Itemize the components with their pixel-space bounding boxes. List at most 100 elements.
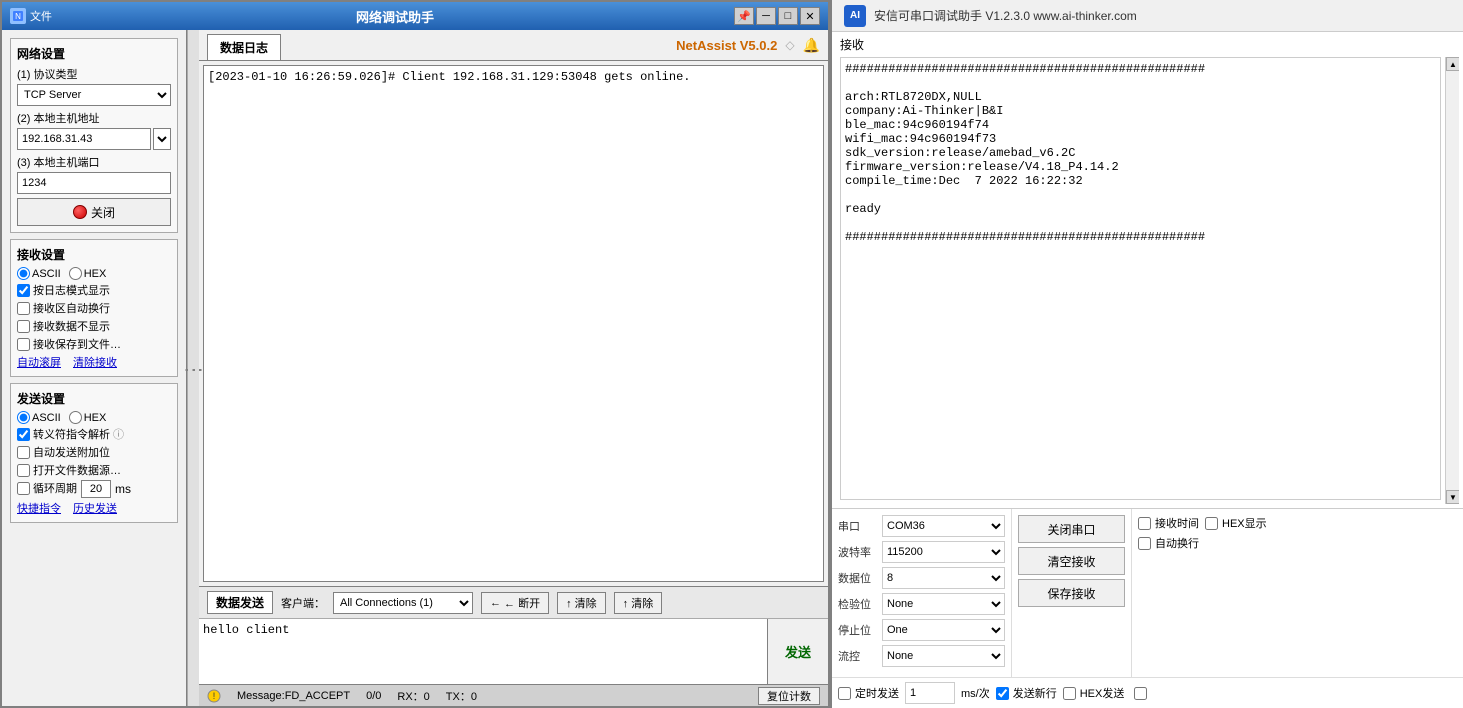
send-newline-label[interactable]: 发送新行 — [996, 685, 1057, 701]
protocol-label: (1) 协议类型 — [17, 66, 171, 82]
send-ascii-label[interactable]: ASCII — [17, 411, 61, 424]
port-input[interactable] — [17, 172, 171, 194]
disconnect-button[interactable]: ← ← 断开 — [481, 592, 549, 614]
timed-send-interval[interactable] — [905, 682, 955, 704]
quick-cmd-link[interactable]: 快捷指令 — [17, 500, 61, 516]
baud-select[interactable]: 115200 — [882, 541, 1005, 563]
escape-parse-label[interactable]: 转义符指令解析 ⓘ — [17, 426, 171, 442]
receive-area-container: ########################################… — [836, 57, 1459, 504]
auto-newline-checkbox-label[interactable]: 接收区自动换行 — [17, 300, 171, 316]
loop-period-row: 循环周期 ms — [17, 480, 171, 498]
serial-bottom: 串口 COM36 波特率 115200 数据位 8 — [832, 508, 1463, 708]
open-file-checkbox[interactable] — [17, 464, 30, 477]
network-debug-window: N 文件 网络调试助手 📌 ─ □ ✕ 网络设置 (1) 协议类型 — [0, 0, 830, 708]
log-entry: [2023-01-10 16:26:59.026]# Client 192.16… — [208, 70, 819, 84]
ascii-radio[interactable] — [17, 267, 30, 280]
log-mode-checkbox-label[interactable]: 按日志模式显示 — [17, 282, 171, 298]
port-label: (3) 本地主机端口 — [17, 154, 171, 170]
send-tab[interactable]: 数据发送 — [207, 591, 273, 614]
timed-send-label[interactable]: 定时发送 — [838, 685, 899, 701]
clear-button[interactable]: ↑ 清除 — [557, 592, 606, 614]
ascii-radio-label[interactable]: ASCII — [17, 267, 61, 280]
parity-label: 检验位 — [838, 596, 878, 612]
parity-select[interactable]: None — [882, 593, 1005, 615]
loop-ms-input[interactable] — [81, 480, 111, 498]
open-file-label[interactable]: 打开文件数据源… — [17, 462, 171, 478]
hex-send-label[interactable]: HEX发送 — [1063, 685, 1125, 701]
extra-option-label[interactable] — [1134, 687, 1147, 700]
no-display-checkbox[interactable] — [17, 320, 30, 333]
scroll-track[interactable] — [1446, 71, 1459, 490]
serial-content: 接收 #####################################… — [832, 32, 1463, 708]
status-bar: ! Message:FD_ACCEPT 0/0 RX：0 TX：0 复位计数 — [199, 684, 828, 706]
auto-newline-checkbox[interactable] — [17, 302, 30, 315]
clear-receive-link[interactable]: 清除接收 — [73, 354, 117, 370]
receive-time-checkbox[interactable] — [1138, 517, 1151, 530]
svg-text:!: ! — [213, 691, 216, 701]
receive-time-row: 接收时间 HEX显示 — [1138, 515, 1457, 531]
clear-receive-button[interactable]: 清空接收 — [1018, 547, 1125, 575]
menu-item-file[interactable]: 文件 — [30, 8, 52, 24]
help-icon[interactable]: ⓘ — [113, 426, 124, 442]
hex-radio[interactable] — [69, 267, 82, 280]
close-server-button[interactable]: 关闭 — [17, 198, 171, 226]
no-display-checkbox-label[interactable]: 接收数据不显示 — [17, 318, 171, 334]
send-hex-label[interactable]: HEX — [69, 411, 107, 424]
serial-receive-area[interactable]: ########################################… — [840, 57, 1441, 500]
history-send-link[interactable]: 历史发送 — [73, 500, 117, 516]
log-mode-checkbox[interactable] — [17, 284, 30, 297]
loop-period-checkbox[interactable] — [17, 482, 30, 495]
escape-parse-checkbox[interactable] — [17, 428, 30, 441]
port-select[interactable]: COM36 — [882, 515, 1005, 537]
hex-display-label[interactable]: HEX显示 — [1205, 515, 1267, 531]
auto-add-label[interactable]: 自动发送附加位 — [17, 444, 171, 460]
receive-scrollbar[interactable]: ▲ ▼ — [1445, 57, 1459, 504]
hex-send-checkbox[interactable] — [1063, 687, 1076, 700]
host-dropdown[interactable]: ▼ — [153, 128, 171, 150]
save-file-checkbox[interactable] — [17, 338, 30, 351]
loop-period-label[interactable]: 循环周期 — [17, 480, 77, 496]
auto-scroll-link[interactable]: 自动滚屏 — [17, 354, 61, 370]
databits-select[interactable]: 8 — [882, 567, 1005, 589]
flowctrl-select[interactable]: None — [882, 645, 1005, 667]
serial-title: 安信可串口调试助手 V1.2.3.0 www.ai-thinker.com — [874, 7, 1137, 24]
hex-display-checkbox[interactable] — [1205, 517, 1218, 530]
scroll-up-btn[interactable]: ▲ — [1446, 57, 1459, 71]
send-textarea[interactable] — [199, 619, 768, 684]
send-area: 数据发送 客户端： All Connections (1) ← ← 断开 ↑ 清… — [199, 586, 828, 684]
send-ascii-radio[interactable] — [17, 411, 30, 424]
resize-handle[interactable]: ⋮ — [187, 30, 199, 706]
auto-newline-checkbox[interactable] — [1138, 537, 1151, 550]
menu-bar: 文件 — [30, 8, 56, 24]
data-log-tab[interactable]: 数据日志 — [207, 34, 281, 60]
send-toolbar: 数据发送 客户端： All Connections (1) ← ← 断开 ↑ 清… — [199, 587, 828, 619]
auto-add-checkbox[interactable] — [17, 446, 30, 459]
clear2-button[interactable]: ↑ 清除 — [614, 592, 663, 614]
reset-counter-button[interactable]: 复位计数 — [758, 687, 820, 705]
data-log-area[interactable]: [2023-01-10 16:26:59.026]# Client 192.16… — [203, 65, 824, 582]
receive-time-label[interactable]: 接收时间 — [1138, 515, 1199, 531]
hex-radio-label[interactable]: HEX — [69, 267, 107, 280]
send-button[interactable]: 发送 — [768, 619, 828, 684]
protocol-select[interactable]: TCP Server — [17, 84, 171, 106]
send-newline-checkbox[interactable] — [996, 687, 1009, 700]
window-title: 网络调试助手 — [356, 7, 434, 26]
host-input[interactable] — [17, 128, 151, 150]
send-hex-radio[interactable] — [69, 411, 82, 424]
stopbits-label: 停止位 — [838, 622, 878, 638]
bell-icon[interactable]: 🔔 — [803, 37, 820, 54]
minimize-button[interactable]: ─ — [756, 7, 776, 25]
timed-send-checkbox[interactable] — [838, 687, 851, 700]
client-select[interactable]: All Connections (1) — [333, 592, 473, 614]
stopbits-select[interactable]: One — [882, 619, 1005, 641]
save-receive-button[interactable]: 保存接收 — [1018, 579, 1125, 607]
pin-button[interactable]: 📌 — [734, 7, 754, 25]
scroll-down-btn[interactable]: ▼ — [1446, 490, 1459, 504]
close-button[interactable]: ✕ — [800, 7, 820, 25]
stopbits-field: 停止位 One — [838, 619, 1005, 641]
extra-option-checkbox[interactable] — [1134, 687, 1147, 700]
save-file-checkbox-label[interactable]: 接收保存到文件… — [17, 336, 171, 352]
maximize-button[interactable]: □ — [778, 7, 798, 25]
auto-newline-label[interactable]: 自动换行 — [1138, 535, 1199, 551]
close-port-button[interactable]: 关闭串口 — [1018, 515, 1125, 543]
